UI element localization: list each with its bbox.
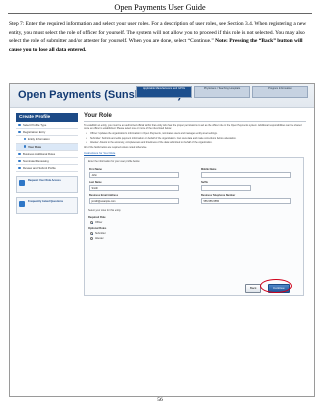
optional-roles-heading: Optional Roles bbox=[88, 227, 107, 231]
sidebar-box-request-access[interactable]: Request User Role Access bbox=[16, 176, 78, 194]
page-header: Open Payments User Guide bbox=[114, 3, 206, 12]
role-bullet-attester: Attester: Attests to the accuracy, compl… bbox=[84, 141, 306, 145]
middle-name-label: Middle Name bbox=[201, 168, 217, 172]
phone-field[interactable]: 555-555-5555 bbox=[201, 198, 291, 204]
user-access-icon bbox=[19, 180, 25, 187]
embedded-screenshot: Open Payments (Sunshine Act) Applicable … bbox=[9, 83, 315, 397]
required-role-heading: Required Role bbox=[88, 216, 106, 220]
sidebar-box-faq[interactable]: Frequently Asked Questions bbox=[16, 197, 78, 215]
email-field[interactable]: jsmith@example.com bbox=[89, 198, 179, 204]
submitter-radio[interactable] bbox=[90, 232, 93, 236]
form-intro: Enter the information for your user prof… bbox=[88, 160, 140, 164]
middle-name-field[interactable] bbox=[201, 172, 291, 178]
sidebar-box-label: Request User Role Access bbox=[28, 179, 61, 183]
suffix-label: Suffix bbox=[201, 181, 208, 185]
intro-paragraph: To establish an entity, you must be an a… bbox=[84, 123, 302, 130]
role-attester-option[interactable]: Attester bbox=[90, 237, 104, 241]
header-rule bbox=[8, 13, 312, 14]
submitter-label: Submitter bbox=[95, 232, 106, 236]
sidebar-item-your-role[interactable]: Your Role bbox=[16, 143, 78, 151]
role-officer-option[interactable]: Officer bbox=[90, 221, 103, 225]
app-banner: Open Payments (Sunshine Act) Applicable … bbox=[10, 84, 314, 108]
page-title: Your Role bbox=[84, 113, 112, 119]
role-intro: Select your roles for this entity. bbox=[88, 209, 122, 213]
attester-label: Attester bbox=[95, 237, 104, 241]
sidebar-item-additional-roles[interactable]: Business Additional Roles bbox=[16, 151, 78, 158]
first-name-label: First Name bbox=[89, 168, 102, 172]
title-divider bbox=[84, 120, 306, 122]
first-name-field[interactable]: John bbox=[89, 172, 179, 178]
tab-program-info[interactable]: Program Information bbox=[252, 86, 308, 98]
faq-icon bbox=[19, 201, 25, 208]
sidebar: Create Profile Select Profile Type Regis… bbox=[16, 113, 78, 215]
tab-manufacturers[interactable]: Applicable Manufacturers and GPOs bbox=[136, 86, 192, 98]
continue-highlight-circle bbox=[260, 279, 292, 293]
attester-radio[interactable] bbox=[90, 237, 93, 241]
officer-radio[interactable] bbox=[90, 221, 93, 225]
user-profile-form: Enter the information for your user prof… bbox=[84, 157, 304, 297]
officer-label: Officer bbox=[95, 221, 103, 225]
sidebar-heading: Create Profile bbox=[16, 113, 78, 122]
page-number: 56 bbox=[157, 397, 163, 403]
back-button[interactable]: Back bbox=[245, 284, 262, 294]
sidebar-item-entity-information[interactable]: Entity Information bbox=[16, 136, 78, 144]
sidebar-item-registration-entry[interactable]: Registration Entry bbox=[16, 129, 78, 137]
top-nav: Applicable Manufacturers and GPOs Physic… bbox=[134, 86, 308, 98]
instructions-link[interactable]: Instructions for Your Role bbox=[84, 151, 306, 155]
sidebar-item-review-submit[interactable]: Review and Submit Profile bbox=[16, 165, 78, 173]
role-bullet-submitter: Submitter: Submits and edits payment inf… bbox=[84, 137, 306, 141]
sidebar-item-nominate[interactable]: Nominate/Reviewing bbox=[16, 158, 78, 166]
role-bullet-officer: Officer: Updates the organization's info… bbox=[84, 132, 306, 136]
suffix-select[interactable] bbox=[201, 185, 251, 191]
tab-physicians[interactable]: Physicians / Teaching Hospitals bbox=[194, 86, 250, 98]
step-paragraph: Step 7: Enter the required information a… bbox=[9, 20, 313, 54]
required-fields-note: All of the fields below are required unl… bbox=[84, 145, 148, 149]
last-name-label: Last Name bbox=[89, 181, 102, 185]
email-label: Business Email Address bbox=[89, 194, 119, 198]
sidebar-item-select-profile-type[interactable]: Select Profile Type bbox=[16, 122, 78, 130]
role-submitter-option[interactable]: Submitter bbox=[90, 232, 106, 236]
last-name-field[interactable]: Smith bbox=[89, 185, 179, 191]
phone-label: Business Telephone Number bbox=[201, 194, 236, 198]
main-content: Your Role To establish an entity, you mu… bbox=[84, 113, 306, 297]
sidebar-box-label: Frequently Asked Questions bbox=[28, 200, 64, 204]
